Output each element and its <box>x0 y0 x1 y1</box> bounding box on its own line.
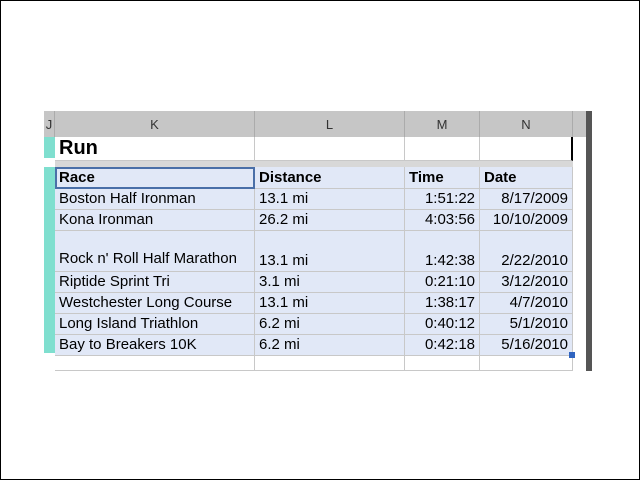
date-cell[interactable]: 5/1/2010 <box>480 314 573 335</box>
empty-row <box>55 356 573 371</box>
distance-cell[interactable]: 13.1 mi <box>255 189 405 210</box>
time-cell[interactable]: 0:40:12 <box>405 314 480 335</box>
column-header-m[interactable]: M <box>405 111 480 137</box>
table-header-row: Race Distance Time Date <box>55 167 573 189</box>
table-row: Westchester Long Course 13.1 mi 1:38:17 … <box>55 293 573 314</box>
column-header-k[interactable]: K <box>55 111 255 137</box>
distance-cell[interactable]: 13.1 mi <box>255 231 405 272</box>
date-cell[interactable]: 2/22/2010 <box>480 231 573 272</box>
window-edge-bar <box>586 111 592 371</box>
table-row: Long Island Triathlon 6.2 mi 0:40:12 5/1… <box>55 314 573 335</box>
title-row: Run <box>55 137 573 161</box>
empty-cell[interactable] <box>405 356 480 371</box>
time-cell[interactable]: 1:42:38 <box>405 231 480 272</box>
time-cell[interactable]: 0:21:10 <box>405 272 480 293</box>
date-cell[interactable]: 8/17/2009 <box>480 189 573 210</box>
table-row: Kona Ironman 26.2 mi 4:03:56 10/10/2009 <box>55 210 573 231</box>
empty-cell[interactable] <box>55 356 255 371</box>
table-row: Riptide Sprint Tri 3.1 mi 0:21:10 3/12/2… <box>55 272 573 293</box>
row-gutter-selected[interactable] <box>44 167 55 353</box>
empty-cell[interactable] <box>255 137 405 161</box>
row-gutter-selected[interactable] <box>44 137 55 158</box>
header-cell-race[interactable]: Race <box>55 167 255 189</box>
empty-cell[interactable] <box>480 137 573 161</box>
screenshot-frame: J K L M N Run Race Distance Time Date Bo… <box>0 0 640 480</box>
race-cell[interactable]: Westchester Long Course <box>55 293 255 314</box>
distance-cell[interactable]: 6.2 mi <box>255 335 405 356</box>
date-cell[interactable]: 4/7/2010 <box>480 293 573 314</box>
empty-cell[interactable] <box>255 356 405 371</box>
date-cell[interactable]: 10/10/2009 <box>480 210 573 231</box>
spreadsheet-view: J K L M N Run Race Distance Time Date Bo… <box>44 111 592 371</box>
row-gutter <box>44 137 55 371</box>
header-scroll-corner <box>573 111 586 137</box>
table-row: Boston Half Ironman 13.1 mi 1:51:22 8/17… <box>55 189 573 210</box>
distance-cell[interactable]: 6.2 mi <box>255 314 405 335</box>
column-header-j[interactable]: J <box>44 111 55 137</box>
date-cell[interactable]: 3/12/2010 <box>480 272 573 293</box>
race-cell[interactable]: Kona Ironman <box>55 210 255 231</box>
table-row: Bay to Breakers 10K 6.2 mi 0:42:18 5/16/… <box>55 335 573 356</box>
race-cell[interactable]: Long Island Triathlon <box>55 314 255 335</box>
column-header-l[interactable]: L <box>255 111 405 137</box>
fill-handle[interactable] <box>569 352 575 358</box>
sheet-title-cell[interactable]: Run <box>55 137 255 161</box>
distance-cell[interactable]: 13.1 mi <box>255 293 405 314</box>
time-cell[interactable]: 1:38:17 <box>405 293 480 314</box>
header-cell-date[interactable]: Date <box>480 167 573 189</box>
race-cell[interactable]: Riptide Sprint Tri <box>55 272 255 293</box>
column-header-n[interactable]: N <box>480 111 573 137</box>
distance-cell[interactable]: 26.2 mi <box>255 210 405 231</box>
time-cell[interactable]: 4:03:56 <box>405 210 480 231</box>
distance-cell[interactable]: 3.1 mi <box>255 272 405 293</box>
race-cell[interactable]: Bay to Breakers 10K <box>55 335 255 356</box>
time-cell[interactable]: 0:42:18 <box>405 335 480 356</box>
empty-cell[interactable] <box>405 137 480 161</box>
race-cell[interactable]: Boston Half Ironman <box>55 189 255 210</box>
empty-cell[interactable] <box>480 356 573 371</box>
column-header-bar: J K L M N <box>44 111 592 137</box>
header-cell-distance[interactable]: Distance <box>255 167 405 189</box>
time-cell[interactable]: 1:51:22 <box>405 189 480 210</box>
table-row: Rock n' Roll Half Marathon 13.1 mi 1:42:… <box>55 231 573 272</box>
race-cell[interactable]: Rock n' Roll Half Marathon <box>55 231 255 272</box>
header-cell-time[interactable]: Time <box>405 167 480 189</box>
date-cell[interactable]: 5/16/2010 <box>480 335 573 356</box>
vertical-scrollbar[interactable] <box>573 137 586 371</box>
